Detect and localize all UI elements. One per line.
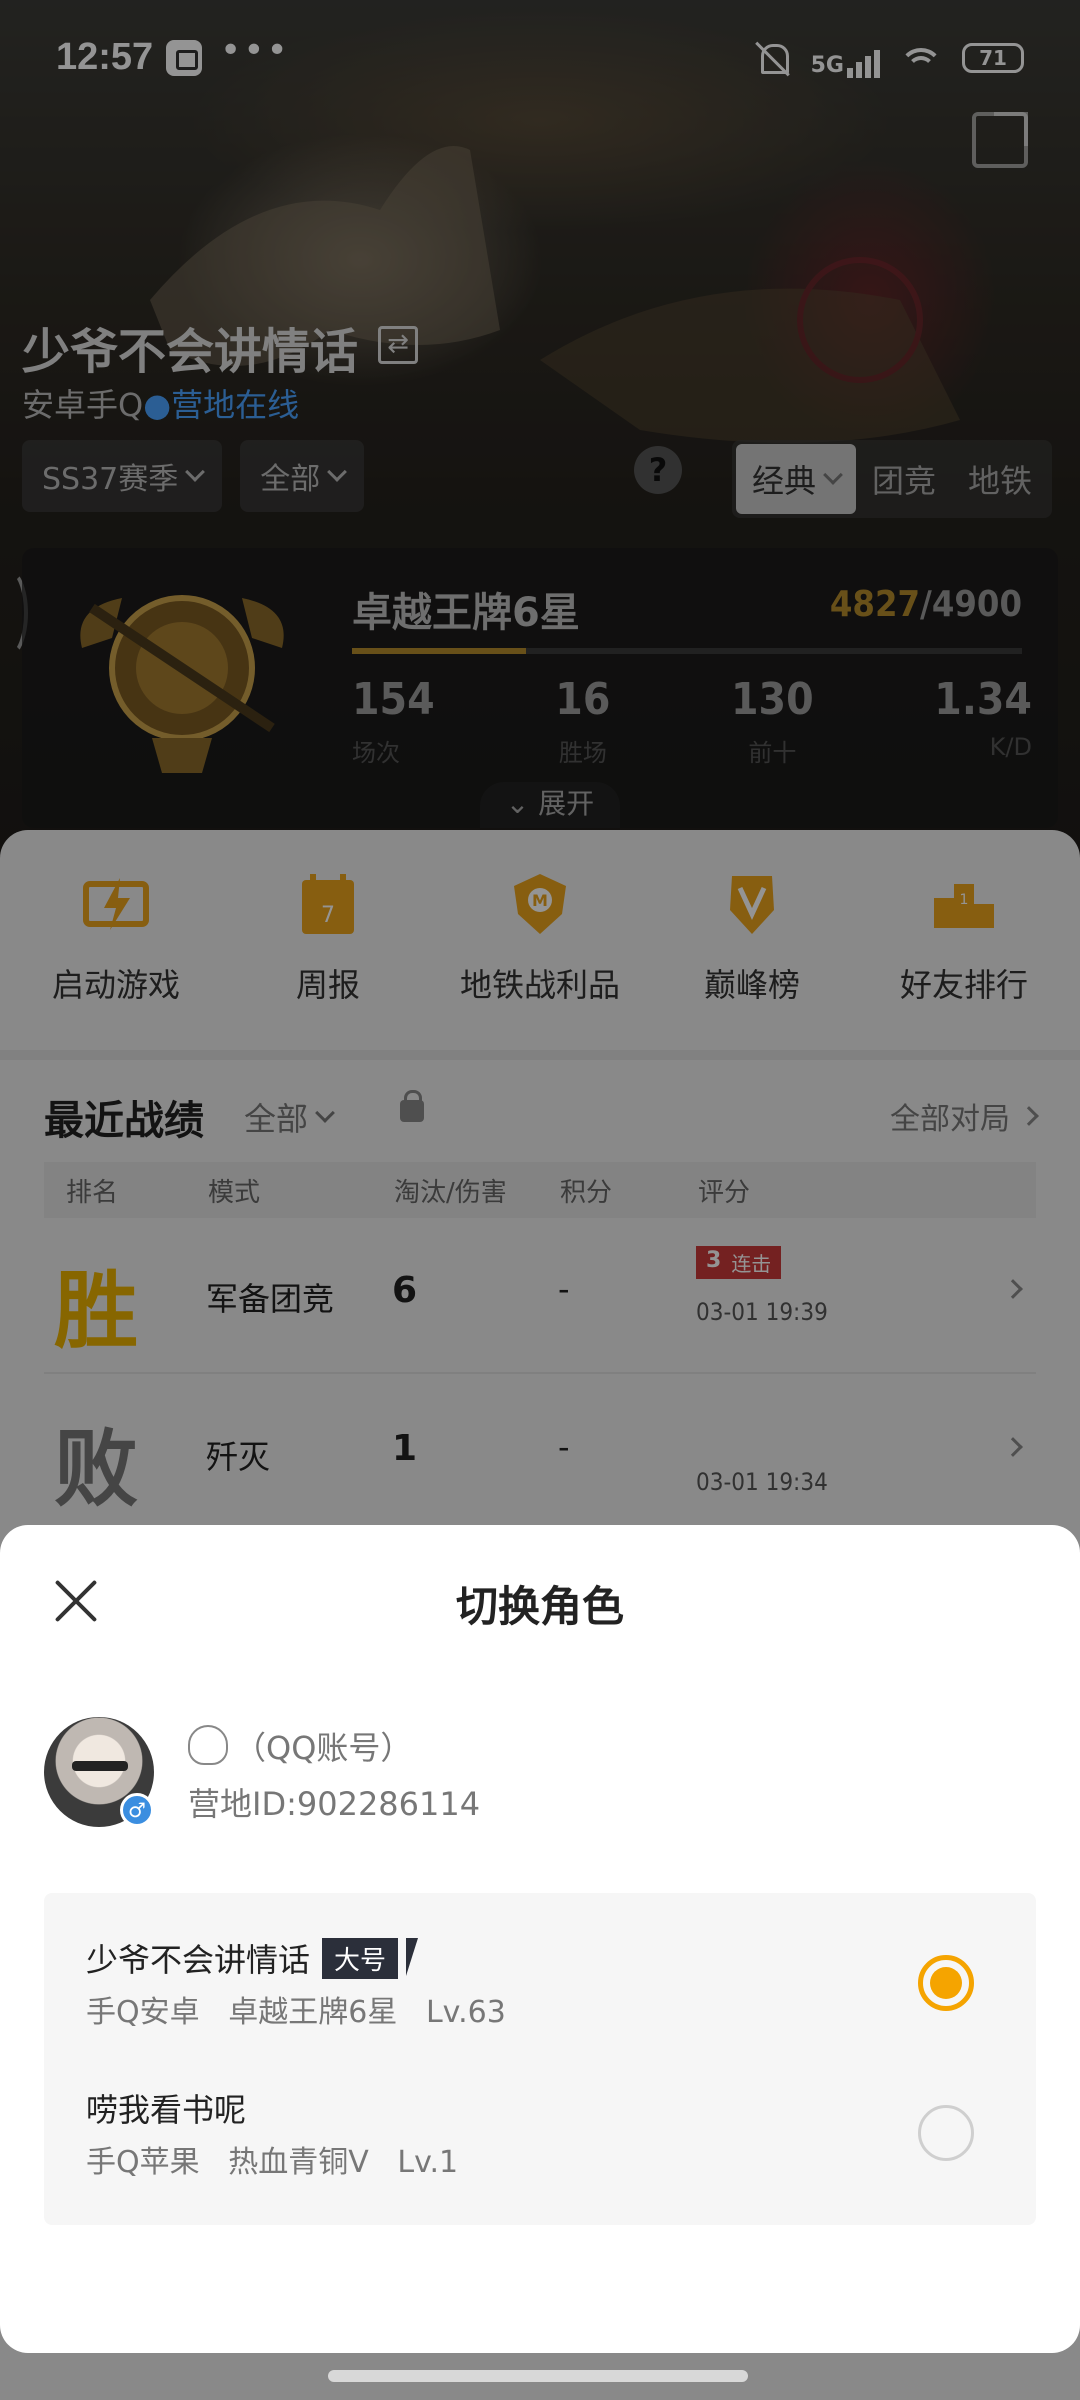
role-rank: 热血青铜Ⅴ <box>228 2145 369 2180</box>
role-name: 少爷不会讲情话 <box>86 1941 311 1979</box>
account-info: ♂ （QQ账号） 营地ID:902286114 <box>44 1717 1036 1837</box>
role-rank: 卓越王牌6星 <box>228 1995 398 2030</box>
main-account-badge: 大号 <box>322 1937 419 1979</box>
male-gender-icon: ♂ <box>120 1793 154 1827</box>
switch-role-sheet: 切换角色 ♂ （QQ账号） 营地ID:902286114 少爷不会讲情话 大号 … <box>0 1525 1080 2353</box>
camp-id: 营地ID:902286114 <box>188 1785 481 1823</box>
role-name-row: 少爷不会讲情话 大号 <box>86 1935 419 1981</box>
role-list: 少爷不会讲情话 大号 手Q安卓 卓越王牌6星 Lv.63 唠我看书呢 手Q苹果 … <box>44 1893 1036 2225</box>
qq-penguin-icon <box>188 1725 228 1765</box>
role-platform: 手Q苹果 <box>86 2145 200 2180</box>
sheet-title: 切换角色 <box>455 1582 624 1631</box>
role-detail: 手Q苹果 热血青铜Ⅴ Lv.1 <box>86 2137 458 2181</box>
role-level: Lv.1 <box>397 2145 459 2180</box>
role-option-main[interactable]: 少爷不会讲情话 大号 手Q安卓 卓越王牌6星 Lv.63 <box>44 1893 1036 2043</box>
role-name: 唠我看书呢 <box>86 2091 247 2129</box>
role-platform: 手Q安卓 <box>86 1995 200 2030</box>
role-name-row: 唠我看书呢 <box>86 2085 246 2131</box>
role-radio-unselected[interactable] <box>918 2105 974 2161</box>
role-level: Lv.63 <box>425 1995 506 2030</box>
account-type: （QQ账号） <box>234 1729 413 1767</box>
home-indicator[interactable] <box>328 2370 748 2382</box>
role-radio-selected[interactable] <box>918 1955 974 2011</box>
role-detail: 手Q安卓 卓越王牌6星 Lv.63 <box>86 1987 506 2031</box>
role-option-alt[interactable]: 唠我看书呢 手Q苹果 热血青铜Ⅴ Lv.1 <box>44 2043 1036 2193</box>
